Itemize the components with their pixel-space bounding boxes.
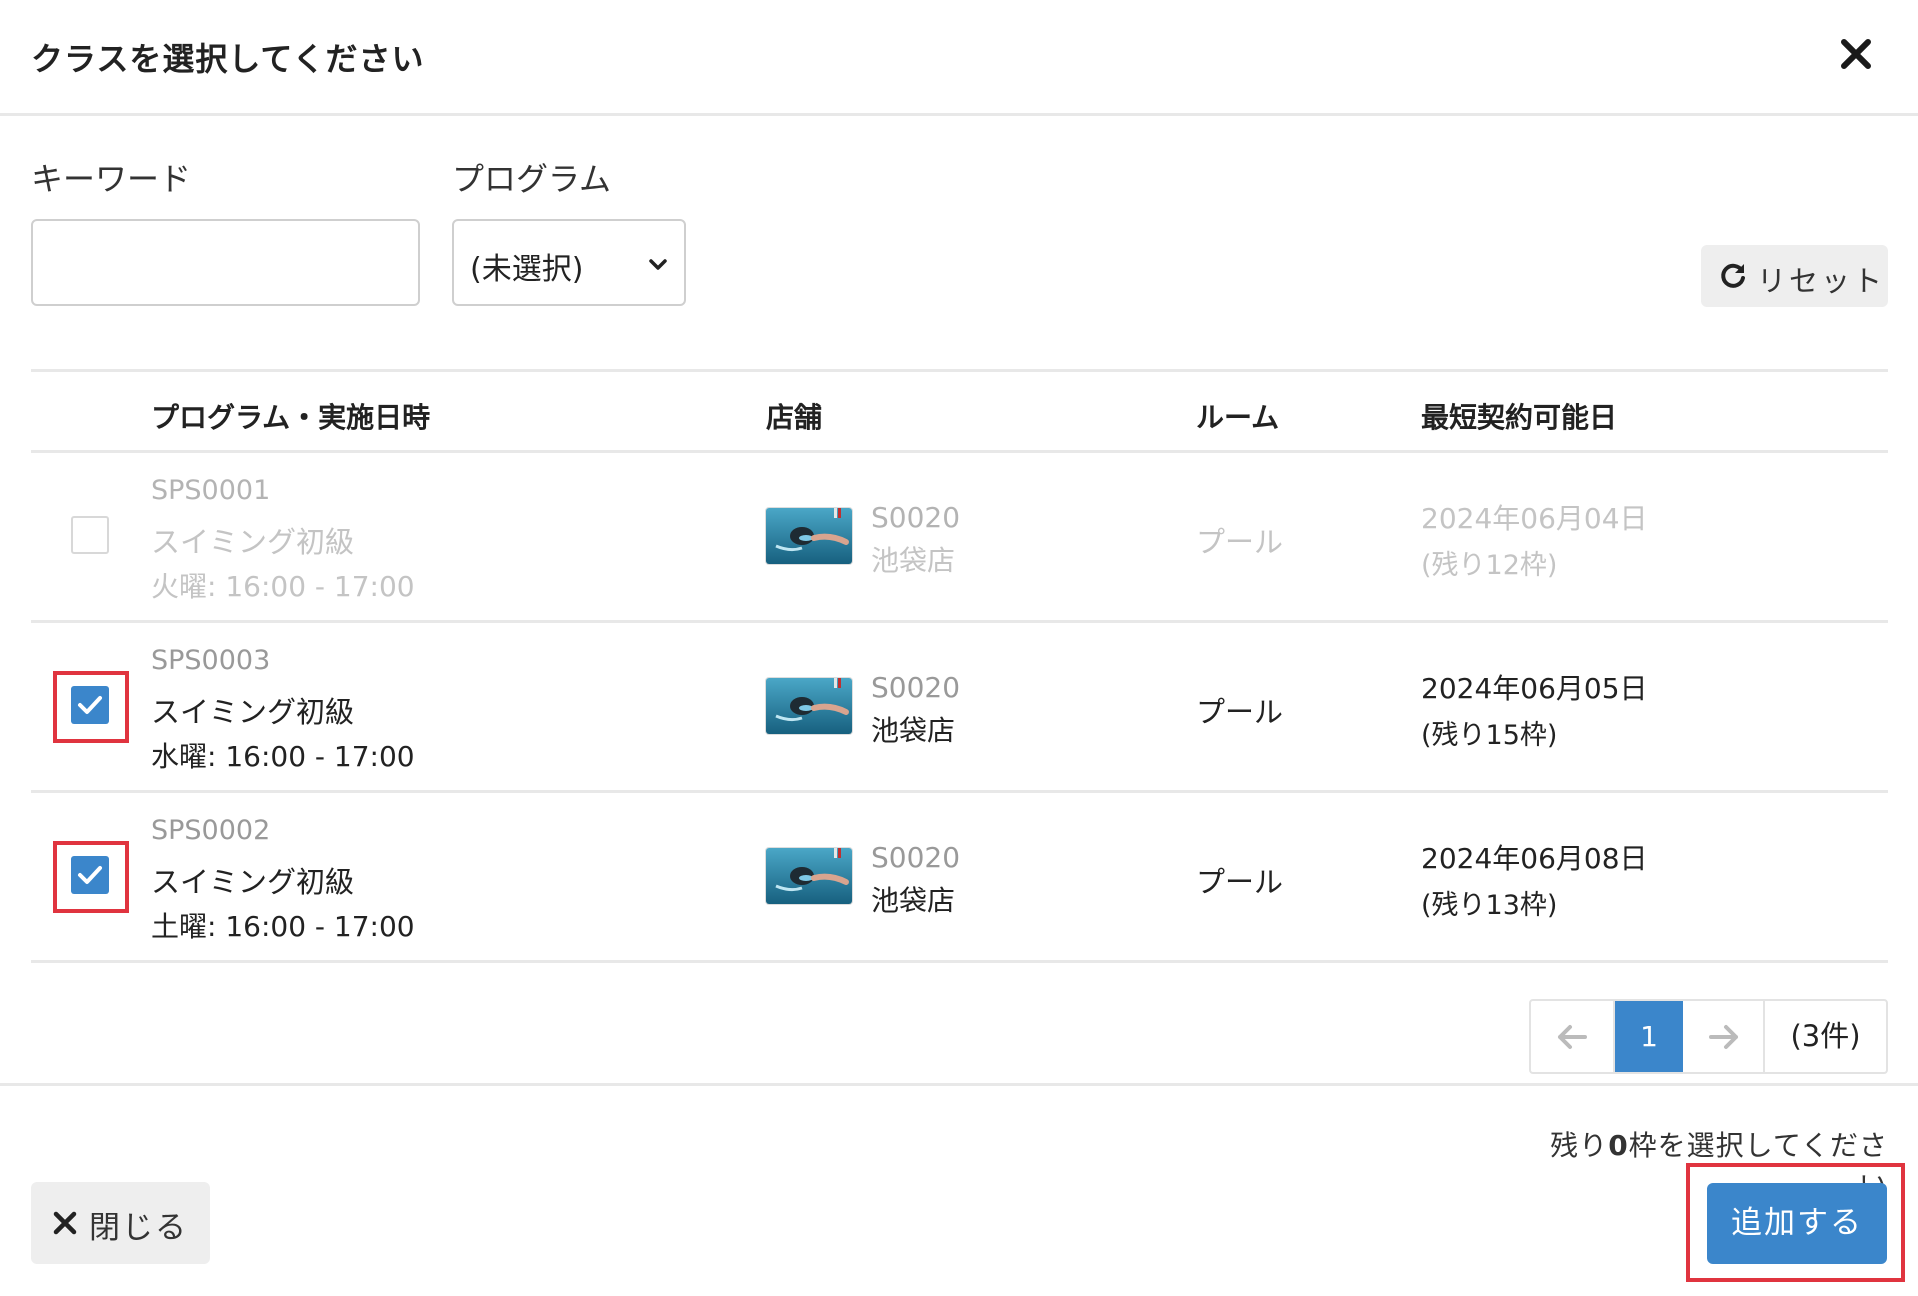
class-code: SPS0002 (151, 815, 271, 846)
class-code: SPS0001 (151, 475, 271, 506)
result-count: (3件) (1790, 1019, 1861, 1053)
store-code: S0020 (871, 671, 961, 704)
close-icon (53, 1211, 77, 1235)
column-store: 店舗 (766, 401, 823, 434)
modal-header: クラスを選択してください (0, 0, 1918, 116)
class-code: SPS0003 (151, 645, 271, 676)
reset-button[interactable]: リセット (1701, 245, 1888, 307)
table-header: プログラム・実施日時 店舗 ルーム 最短契約可能日 (31, 369, 1888, 453)
table-row: SPS0002 スイミング初級 土曜: 16:00 - 17:00 S0020 … (31, 793, 1888, 963)
program-select[interactable]: (未選択) (452, 219, 686, 306)
add-button[interactable]: 追加する (1707, 1183, 1887, 1264)
table-row: SPS0001 スイミング初級 火曜: 16:00 - 17:00 S0020 … (31, 453, 1888, 623)
close-icon[interactable] (1836, 34, 1876, 74)
pagination: 1 (3件) (1529, 999, 1888, 1074)
room-name: プール (1196, 695, 1284, 729)
schedule-time: 火曜: 16:00 - 17:00 (151, 570, 415, 603)
program-select-value: (未選択) (470, 252, 584, 287)
page-1-button[interactable]: 1 (1615, 1001, 1683, 1072)
schedule-time: 水曜: 16:00 - 17:00 (151, 740, 415, 773)
remaining-slots: (残り12枠) (1421, 550, 1558, 581)
schedule-time: 土曜: 16:00 - 17:00 (151, 910, 415, 943)
row-checkbox[interactable] (71, 516, 109, 554)
arrow-right-icon (1709, 1025, 1738, 1049)
program-label: プログラム (452, 160, 612, 198)
column-earliest-date: 最短契約可能日 (1421, 401, 1618, 434)
column-room: ルーム (1196, 401, 1280, 434)
footer-divider (0, 1083, 1918, 1086)
next-page-button[interactable] (1683, 1001, 1765, 1072)
earliest-date: 2024年06月08日 (1421, 842, 1648, 875)
program-name: スイミング初級 (151, 695, 355, 729)
row-checkbox[interactable] (71, 686, 109, 724)
refresh-icon (1721, 263, 1745, 288)
store-name: 池袋店 (871, 544, 956, 577)
store-thumbnail (766, 508, 852, 564)
earliest-date: 2024年06月04日 (1421, 502, 1648, 535)
chevron-down-icon (649, 259, 667, 270)
program-name: スイミング初級 (151, 525, 355, 559)
prev-page-button[interactable] (1531, 1001, 1615, 1072)
keyword-label: キーワード (31, 160, 192, 198)
check-icon (78, 866, 102, 884)
check-icon (78, 696, 102, 714)
remaining-slots: (残り15枠) (1421, 720, 1558, 751)
store-code: S0020 (871, 841, 961, 874)
close-label: 閉じる (89, 1210, 188, 1246)
column-program: プログラム・実施日時 (151, 401, 431, 434)
program-name: スイミング初級 (151, 865, 355, 899)
close-button[interactable]: 閉じる (31, 1182, 210, 1264)
store-name: 池袋店 (871, 884, 956, 917)
store-thumbnail (766, 678, 852, 734)
room-name: プール (1196, 865, 1284, 899)
row-checkbox[interactable] (71, 856, 109, 894)
modal-title: クラスを選択してください (31, 40, 425, 78)
store-name: 池袋店 (871, 714, 956, 747)
reset-label: リセット (1757, 264, 1886, 298)
note-prefix: 残り (1550, 1129, 1609, 1162)
earliest-date: 2024年06月05日 (1421, 672, 1648, 705)
table-row: SPS0003 スイミング初級 水曜: 16:00 - 17:00 S0020 … (31, 623, 1888, 793)
arrow-left-icon (1558, 1025, 1587, 1049)
note-count: 0 (1608, 1129, 1629, 1162)
remaining-slots: (残り13枠) (1421, 890, 1558, 921)
keyword-input[interactable] (31, 219, 420, 306)
store-thumbnail (766, 848, 852, 904)
store-code: S0020 (871, 501, 961, 534)
room-name: プール (1196, 525, 1284, 559)
